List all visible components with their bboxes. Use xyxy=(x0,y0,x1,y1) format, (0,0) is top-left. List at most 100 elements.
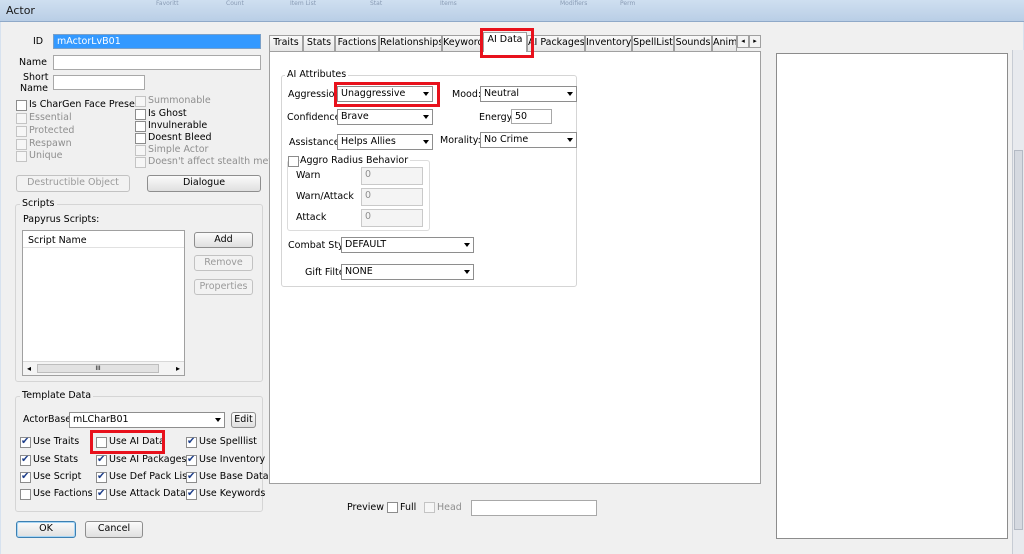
warn-attack-field[interactable]: 0 xyxy=(361,188,423,206)
use-attack-data-label: Use Attack Data xyxy=(109,488,186,499)
tab-traits[interactable]: Traits xyxy=(269,35,303,51)
use-script-checkbox[interactable] xyxy=(20,471,31,483)
flag-checkbox[interactable] xyxy=(16,126,27,137)
preview-render-area[interactable] xyxy=(776,53,1008,539)
morality-dropdown[interactable]: No Crime xyxy=(480,132,577,148)
flag-label: Essential xyxy=(29,112,72,123)
window-title: Actor xyxy=(6,4,35,17)
scroll-thumb[interactable]: III xyxy=(37,364,159,373)
id-field[interactable]: mActorLvB01 xyxy=(53,34,261,49)
script-properties-button[interactable]: Properties xyxy=(194,279,253,295)
tab-scroll-left-icon[interactable]: ◂ xyxy=(737,35,749,48)
confidence-dropdown[interactable]: Brave xyxy=(337,109,433,125)
use-traits-label: Use Traits xyxy=(33,436,80,447)
flag-label: Is Ghost xyxy=(148,108,187,119)
ghost-label: Items xyxy=(440,0,457,7)
flag-label: Doesnt Bleed xyxy=(148,132,212,143)
scripts-group-title: Scripts xyxy=(20,198,57,209)
preview-full-checkbox[interactable] xyxy=(387,502,398,513)
attack-field[interactable]: 0 xyxy=(361,209,423,227)
tab-anim[interactable]: Anim xyxy=(712,35,737,51)
use-factions-checkbox[interactable] xyxy=(20,489,31,500)
tab-inventory[interactable]: Inventory xyxy=(585,35,632,51)
tab-stats[interactable]: Stats xyxy=(303,35,335,51)
ghost-label: Favoritt xyxy=(156,0,179,7)
aggro-radius-checkbox[interactable] xyxy=(288,156,299,167)
use-stats-checkbox[interactable] xyxy=(20,454,31,466)
use-attack-data-checkbox[interactable] xyxy=(96,488,107,500)
tab-factions[interactable]: Factions xyxy=(335,35,379,51)
dialogue-button[interactable]: Dialogue xyxy=(147,175,261,192)
tab-sounds[interactable]: Sounds xyxy=(674,35,712,51)
name-field[interactable] xyxy=(53,55,261,70)
use-ai-packages-checkbox[interactable] xyxy=(96,454,107,466)
preview-field[interactable] xyxy=(471,500,597,516)
gift-filter-value: NONE xyxy=(345,266,373,277)
chevron-down-icon xyxy=(423,140,429,144)
tab-spelllist[interactable]: SpellList xyxy=(632,35,674,51)
vertical-scrollbar[interactable] xyxy=(1012,50,1024,554)
use-spelllist-checkbox[interactable] xyxy=(186,436,197,448)
ok-button[interactable]: OK xyxy=(16,521,76,538)
mood-dropdown[interactable]: Neutral xyxy=(480,86,577,102)
scroll-right-icon[interactable]: ▸ xyxy=(176,363,180,375)
warn-label: Warn xyxy=(296,170,321,181)
title-bar: Actor Favoritt Count Item List Stat Item… xyxy=(0,0,1024,22)
warn-field[interactable]: 0 xyxy=(361,167,423,185)
actorbase-label: ActorBase xyxy=(23,414,72,425)
tab-ai-packages[interactable]: AI Packages xyxy=(527,35,585,51)
use-def-pack-list-checkbox[interactable] xyxy=(96,471,107,483)
flag-label: Is CharGen Face Preset xyxy=(29,99,139,110)
flag-checkbox[interactable] xyxy=(16,151,27,162)
script-name-column-header[interactable]: Script Name xyxy=(28,235,87,247)
use-script-label: Use Script xyxy=(33,471,82,482)
short-name-field[interactable] xyxy=(53,75,145,90)
flag-checkbox[interactable] xyxy=(135,121,146,132)
flag-checkbox[interactable] xyxy=(135,133,146,144)
tab-relationships[interactable]: Relationships xyxy=(379,35,442,51)
flag-checkbox[interactable] xyxy=(135,157,146,168)
flag-checkbox[interactable] xyxy=(16,113,27,124)
use-traits-checkbox[interactable] xyxy=(20,436,31,448)
tab-keyword[interactable]: Keyword xyxy=(442,35,483,51)
aggro-radius-label: Aggro Radius Behavior xyxy=(300,155,411,167)
scroll-thumb[interactable] xyxy=(1014,150,1023,530)
horizontal-scrollbar[interactable]: ◂ III ▸ xyxy=(23,361,184,375)
flag-checkbox[interactable] xyxy=(135,96,146,107)
preview-head-checkbox[interactable] xyxy=(424,502,435,513)
morality-label: Morality: xyxy=(440,135,481,146)
assistance-dropdown[interactable]: Helps Allies xyxy=(337,134,433,150)
combat-style-dropdown[interactable]: DEFAULT xyxy=(341,237,474,253)
attack-label: Attack xyxy=(296,212,327,223)
remove-script-button[interactable]: Remove xyxy=(194,255,253,271)
flag-checkbox[interactable] xyxy=(135,109,146,120)
flag-checkbox[interactable] xyxy=(16,139,27,150)
flag-label: Simple Actor xyxy=(148,144,209,155)
use-inventory-checkbox[interactable] xyxy=(186,454,197,466)
preview-label: Preview xyxy=(347,502,384,513)
tab-scroll-right-icon[interactable]: ▸ xyxy=(749,35,761,48)
papyrus-scripts-label: Papyrus Scripts: xyxy=(23,214,100,225)
morality-value: No Crime xyxy=(484,134,529,145)
flag-checkbox[interactable] xyxy=(16,100,27,111)
confidence-label: Confidence: xyxy=(287,112,344,123)
edit-actorbase-button[interactable]: Edit xyxy=(231,412,256,428)
add-script-button[interactable]: Add xyxy=(194,232,253,248)
script-list[interactable]: Script Name ◂ III ▸ xyxy=(22,230,185,376)
flag-label: Protected xyxy=(29,125,75,136)
script-list-header: Script Name xyxy=(23,231,184,248)
assistance-label: Assistance: xyxy=(289,137,343,148)
chevron-down-icon xyxy=(464,270,470,274)
use-keywords-checkbox[interactable] xyxy=(186,488,197,500)
gift-filter-dropdown[interactable]: NONE xyxy=(341,264,474,280)
actorbase-dropdown[interactable]: mLCharB01 xyxy=(69,412,225,428)
flag-checkbox[interactable] xyxy=(135,145,146,156)
mood-value: Neutral xyxy=(484,88,520,99)
use-base-data-checkbox[interactable] xyxy=(186,471,197,483)
energy-field[interactable]: 50 xyxy=(511,109,552,124)
chevron-down-icon xyxy=(215,418,221,422)
scroll-left-icon[interactable]: ◂ xyxy=(27,363,31,375)
cancel-button[interactable]: Cancel xyxy=(85,521,143,538)
flag-label: Invulnerable xyxy=(148,120,208,131)
destructible-object-button[interactable]: Destructible Object xyxy=(16,175,130,192)
